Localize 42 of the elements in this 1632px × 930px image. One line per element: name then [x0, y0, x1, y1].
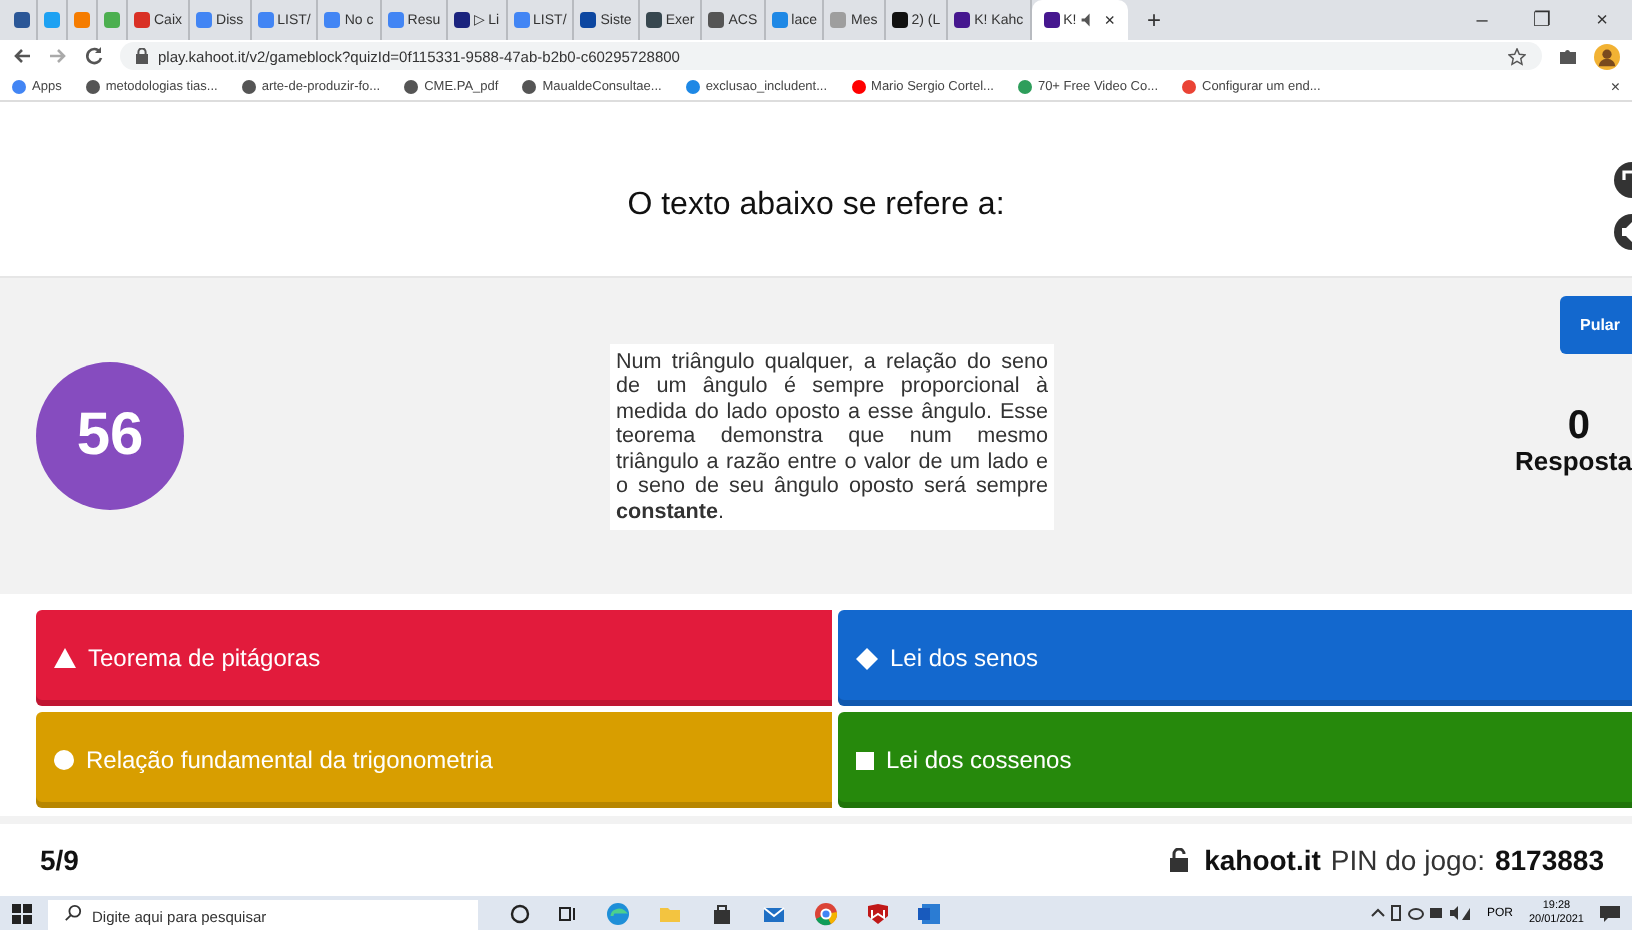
mail-icon[interactable]	[762, 901, 786, 925]
browser-tab[interactable]	[8, 0, 38, 40]
close-button[interactable]: ×	[1610, 77, 1620, 96]
square-icon	[856, 751, 874, 770]
back-icon[interactable]	[12, 46, 32, 67]
cortana-icon[interactable]	[510, 903, 530, 923]
site-name: kahoot.it	[1204, 844, 1321, 877]
timer-badge: 56	[36, 362, 184, 511]
answer-option[interactable]: Lei dos cossenos	[838, 712, 1632, 809]
answer-count-label: Resposta	[1514, 446, 1632, 477]
reload-icon[interactable]	[84, 46, 104, 67]
new-tab-button[interactable]: +	[1147, 6, 1162, 34]
question-text: Num triângulo qualquer, a relação do seno de um ângulo é sempre proporcional à medida do lado oposto a esse ângulo. Esse teorema demonstra que num mesmo triângulo a razão entre o valor de um lado e o seno de seu ângulo oposto será sempre constante.	[610, 343, 1054, 531]
store-bag-icon[interactable]	[710, 901, 734, 925]
edge-icon[interactable]	[606, 901, 630, 925]
close-tab-button[interactable]: ×	[1104, 10, 1116, 30]
notification-icon[interactable]	[1600, 903, 1620, 923]
circle-icon	[54, 750, 74, 771]
answer-count: 0	[1567, 406, 1590, 447]
question-title: O texto abaixo se refere a:	[627, 185, 1005, 224]
window-control-button[interactable]: –	[1452, 9, 1512, 31]
shield-icon[interactable]	[866, 901, 890, 925]
lock-icon	[1170, 848, 1189, 873]
search-icon	[64, 904, 82, 922]
chrome-icon[interactable]	[814, 901, 838, 925]
windows-start-icon[interactable]	[12, 903, 32, 923]
star-icon[interactable]	[1508, 47, 1526, 66]
diamond-icon	[856, 647, 878, 670]
avatar-icon[interactable]	[1594, 43, 1620, 70]
word-icon[interactable]	[918, 901, 942, 925]
triangle-icon	[54, 648, 76, 669]
window-control-button[interactable]: ❐	[1512, 8, 1572, 32]
question-number: 5/9	[40, 844, 79, 877]
skip-button[interactable]: Pular	[1559, 296, 1632, 355]
tray-icons-drawing	[1370, 904, 1471, 922]
pin-label: PIN do jogo:	[1330, 844, 1485, 877]
window-control-button[interactable]: ×	[1572, 9, 1632, 31]
task-view-icon[interactable]	[558, 903, 578, 923]
answer-option[interactable]: Teorema de pitágoras	[36, 610, 832, 707]
pin-code: 8173883	[1494, 844, 1604, 877]
answer-option[interactable]: Lei dos senos	[838, 610, 1632, 707]
lock-icon	[136, 48, 148, 65]
